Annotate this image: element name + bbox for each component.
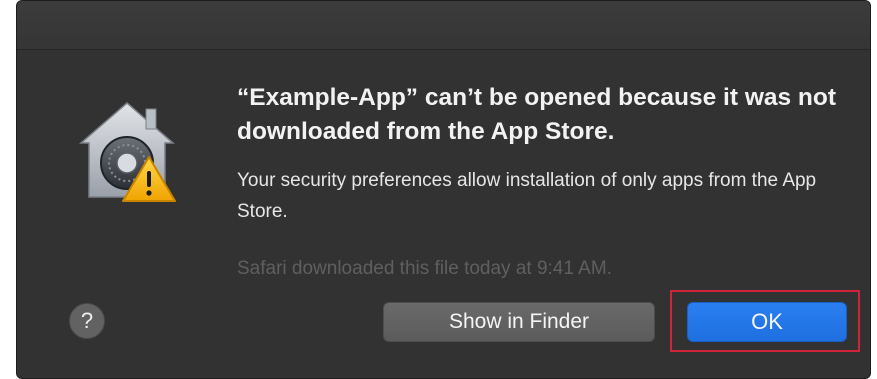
help-button[interactable]: ? <box>69 303 105 339</box>
alert-dialog: “Example-App” can’t be opened because it… <box>16 0 871 379</box>
dialog-titlebar <box>17 1 870 50</box>
ok-button[interactable]: OK <box>687 302 847 342</box>
gatekeeper-security-icon <box>78 102 176 202</box>
dialog-body-text: Your security preferences allow installa… <box>237 170 817 222</box>
dialog-headline: “Example-App” can’t be opened because it… <box>237 84 837 145</box>
download-info-text: Safari downloaded this file today at 9:4… <box>237 258 612 279</box>
show-in-finder-button[interactable]: Show in Finder <box>383 302 655 342</box>
